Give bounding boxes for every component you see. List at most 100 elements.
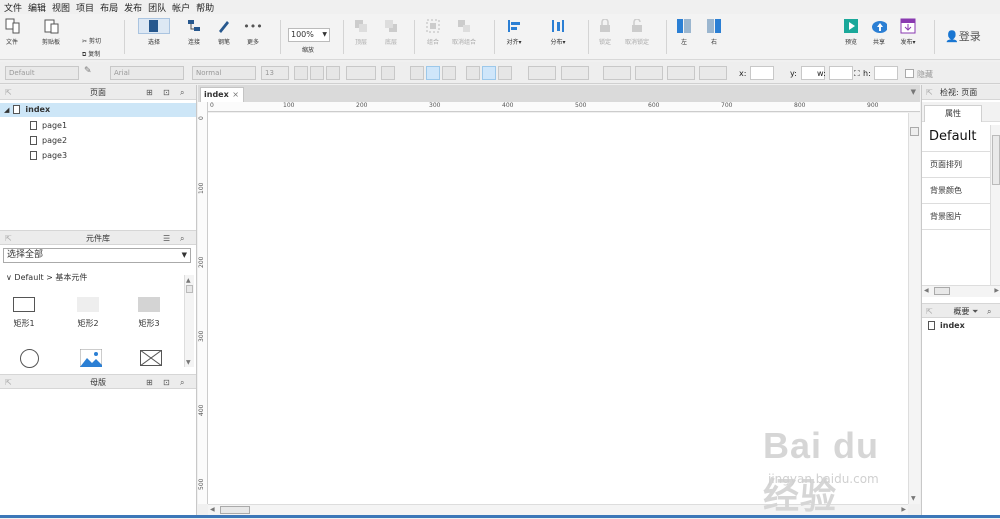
expand-triangle-icon[interactable]: ◢ bbox=[4, 106, 9, 114]
collapse-icon[interactable]: ⇱ bbox=[926, 304, 933, 319]
send-bottom-button[interactable]: 底层 bbox=[383, 18, 399, 46]
collapse-icon[interactable]: ⇱ bbox=[5, 231, 12, 246]
shadow-picker[interactable] bbox=[561, 66, 589, 80]
weight-select[interactable]: Normal bbox=[192, 66, 256, 80]
scroll-thumb[interactable] bbox=[910, 127, 919, 136]
font-select[interactable]: Arial bbox=[110, 66, 184, 80]
line-style-picker[interactable] bbox=[667, 66, 695, 80]
menu-edit[interactable]: 编辑 bbox=[28, 1, 46, 14]
add-page-icon[interactable]: ⊞ bbox=[146, 85, 153, 100]
menu-account[interactable]: 帐户 bbox=[172, 1, 190, 14]
group-button[interactable]: 组合 bbox=[425, 18, 441, 46]
pen-button[interactable]: 钢笔 bbox=[216, 18, 232, 46]
font-color-picker[interactable] bbox=[346, 66, 376, 80]
paste-button[interactable]: 剪贴板 bbox=[42, 18, 60, 46]
menu-layout[interactable]: 布局 bbox=[100, 1, 118, 14]
search-icon[interactable]: ⌕ bbox=[180, 85, 184, 100]
inspector-scrollbar[interactable] bbox=[990, 125, 1000, 285]
menu-file[interactable]: 文件 bbox=[4, 1, 22, 14]
collapse-icon[interactable]: ⇱ bbox=[5, 85, 12, 100]
lock-ratio-icon[interactable]: ⛶ bbox=[854, 69, 860, 79]
scroll-up-icon[interactable]: ▲ bbox=[186, 277, 193, 284]
fill-color-picker[interactable] bbox=[528, 66, 556, 80]
w-input[interactable] bbox=[829, 66, 853, 80]
preview-button[interactable]: 预览 bbox=[843, 18, 859, 46]
lock-button[interactable]: 锁定 bbox=[597, 18, 613, 46]
search-icon[interactable]: ⌕ bbox=[987, 304, 991, 319]
widget-rectangle-1[interactable]: 矩形1 bbox=[13, 297, 35, 329]
more-button[interactable]: ••• 更多 bbox=[243, 18, 262, 47]
menu-project[interactable]: 项目 bbox=[76, 1, 94, 14]
close-icon[interactable]: × bbox=[232, 88, 239, 101]
align-center-text-button[interactable] bbox=[426, 66, 440, 80]
scroll-left-icon[interactable]: ◀ bbox=[924, 287, 929, 294]
widget-ellipse[interactable] bbox=[20, 349, 39, 368]
align-right-button[interactable]: 右 bbox=[706, 18, 722, 46]
bold-button[interactable] bbox=[294, 66, 308, 80]
connect-button[interactable]: 连接 bbox=[186, 18, 202, 46]
scroll-thumb[interactable] bbox=[186, 285, 193, 293]
arrow-style-picker[interactable] bbox=[699, 66, 727, 80]
x-input[interactable] bbox=[750, 66, 774, 80]
tab-properties[interactable]: 属性 bbox=[924, 105, 982, 122]
outline-item[interactable]: index bbox=[928, 321, 965, 330]
widget-image[interactable] bbox=[79, 348, 103, 370]
menu-icon[interactable]: ☰ bbox=[163, 231, 170, 246]
tab-list-icon[interactable]: ▼ bbox=[911, 88, 916, 96]
scroll-thumb[interactable] bbox=[992, 135, 1000, 185]
copy-button[interactable]: ⧉ 复制 bbox=[82, 49, 100, 59]
scroll-thumb[interactable] bbox=[220, 506, 250, 514]
menu-publish[interactable]: 发布 bbox=[124, 1, 142, 14]
library-select[interactable]: 选择全部 ▼ bbox=[3, 248, 191, 263]
bg-color-item[interactable]: 背景颜色 bbox=[930, 185, 962, 196]
publish-button[interactable]: 发布▾ bbox=[900, 18, 916, 46]
bring-top-button[interactable]: 顶层 bbox=[353, 18, 369, 46]
page-arrange-item[interactable]: 页面排列 bbox=[930, 159, 962, 170]
style-edit-icon[interactable]: ✎ bbox=[84, 66, 98, 80]
tab-index[interactable]: index × bbox=[200, 87, 244, 102]
cut-button[interactable]: ✂ 剪切 bbox=[82, 36, 101, 45]
distribute-button[interactable]: 分布▾ bbox=[550, 18, 566, 46]
share-button[interactable]: 共享 bbox=[871, 18, 887, 46]
filter-icon[interactable]: ⏷ bbox=[972, 304, 978, 319]
scroll-left-icon[interactable]: ◀ bbox=[210, 506, 215, 513]
collapse-icon[interactable]: ⇱ bbox=[926, 85, 933, 100]
page-tree-item[interactable]: page1 bbox=[0, 119, 196, 133]
valign-bottom-button[interactable] bbox=[498, 66, 512, 80]
search-icon[interactable]: ⌕ bbox=[180, 375, 184, 390]
zoom-select[interactable]: 100% ▼ bbox=[288, 28, 330, 42]
scroll-right-icon[interactable]: ▶ bbox=[994, 287, 999, 294]
h-input[interactable] bbox=[874, 66, 898, 80]
collapse-icon[interactable]: ⇱ bbox=[5, 375, 12, 390]
ungroup-button[interactable]: 取消组合 bbox=[452, 18, 476, 46]
login-button[interactable]: 👤登录 bbox=[945, 28, 981, 44]
valign-top-button[interactable] bbox=[466, 66, 480, 80]
widget-placeholder[interactable] bbox=[139, 349, 163, 369]
widget-rectangle-3[interactable]: 矩形3 bbox=[138, 297, 160, 329]
page-tree-item[interactable]: page2 bbox=[0, 134, 196, 148]
menu-team[interactable]: 团队 bbox=[148, 1, 166, 14]
select-button[interactable]: 选择 bbox=[133, 18, 175, 46]
page-tree-item[interactable]: page3 bbox=[0, 149, 196, 163]
add-master-icon[interactable]: ⊞ bbox=[146, 375, 153, 390]
bullet-button[interactable] bbox=[381, 66, 395, 80]
menu-view[interactable]: 视图 bbox=[52, 1, 70, 14]
line-color-picker[interactable] bbox=[603, 66, 631, 80]
library-category[interactable]: ∨ Default > 基本元件 bbox=[6, 272, 87, 283]
line-width-picker[interactable] bbox=[635, 66, 663, 80]
widget-rectangle-2[interactable]: 矩形2 bbox=[77, 297, 99, 329]
hidden-checkbox[interactable] bbox=[905, 69, 914, 78]
align-right-text-button[interactable] bbox=[442, 66, 456, 80]
inspector-h-scrollbar[interactable]: ◀ ▶ bbox=[922, 285, 1000, 297]
italic-button[interactable] bbox=[310, 66, 324, 80]
file-button[interactable]: 文件 bbox=[4, 18, 20, 46]
menu-help[interactable]: 帮助 bbox=[196, 1, 214, 14]
scroll-thumb[interactable] bbox=[934, 287, 950, 295]
align-left-text-button[interactable] bbox=[410, 66, 424, 80]
search-icon[interactable]: ⌕ bbox=[180, 231, 184, 246]
underline-button[interactable] bbox=[326, 66, 340, 80]
align-button[interactable]: 对齐▾ bbox=[506, 18, 522, 46]
bg-image-item[interactable]: 背景图片 bbox=[930, 211, 962, 222]
unlock-button[interactable]: 取消锁定 bbox=[625, 18, 649, 46]
align-left-button[interactable]: 左 bbox=[676, 18, 692, 46]
